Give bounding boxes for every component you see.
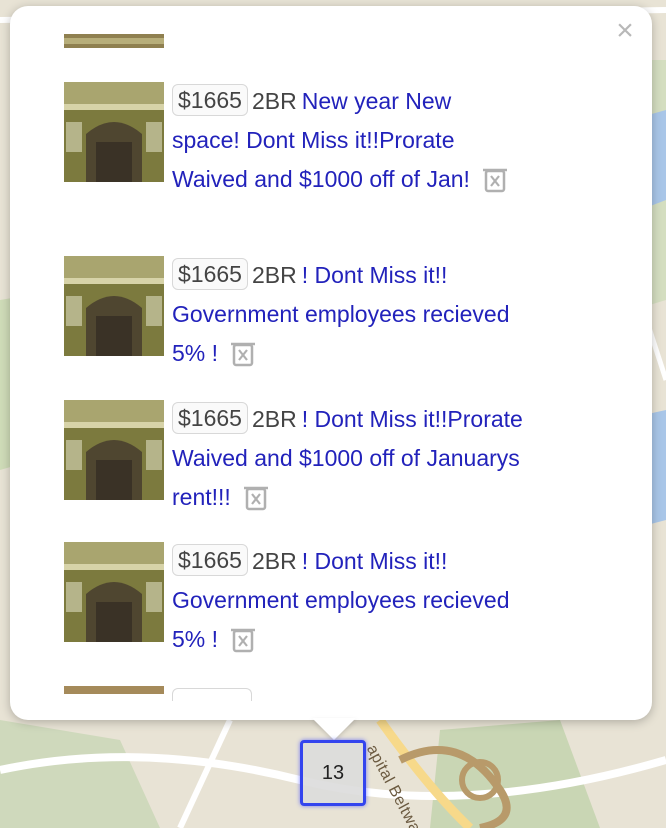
- listings-list[interactable]: $1665 2BR New year New space! Dont Miss it…: [10, 6, 652, 720]
- bedrooms-label: 2BR: [251, 548, 297, 574]
- cluster-count: 13: [321, 761, 345, 784]
- bedrooms-label: 2BR: [251, 88, 297, 114]
- listing-thumbnail-partial[interactable]: [64, 34, 164, 48]
- close-icon[interactable]: ×: [612, 16, 638, 46]
- trash-icon[interactable]: [228, 338, 258, 368]
- price-badge: $1665: [172, 402, 248, 434]
- trash-icon[interactable]: [241, 482, 271, 512]
- price-badge: $1665: [172, 84, 248, 116]
- listing-thumbnail[interactable]: [64, 542, 164, 642]
- listing-thumbnail[interactable]: [64, 82, 164, 182]
- listing-thumbnail[interactable]: [64, 400, 164, 500]
- cluster-marker[interactable]: 13: [300, 740, 366, 806]
- price-badge: $1665: [172, 258, 248, 290]
- price-badge-partial: [172, 688, 252, 701]
- trash-icon[interactable]: [228, 624, 258, 654]
- bedrooms-label: 2BR: [251, 262, 297, 288]
- bedrooms-label: 2BR: [251, 406, 297, 432]
- listing-thumbnail[interactable]: [64, 256, 164, 356]
- popup-pointer: [312, 718, 356, 740]
- listings-popup: $1665 2BR New year New space! Dont Miss it…: [10, 6, 652, 720]
- price-badge: $1665: [172, 544, 248, 576]
- listing-thumbnail-partial[interactable]: [64, 686, 164, 694]
- trash-icon[interactable]: [480, 164, 510, 194]
